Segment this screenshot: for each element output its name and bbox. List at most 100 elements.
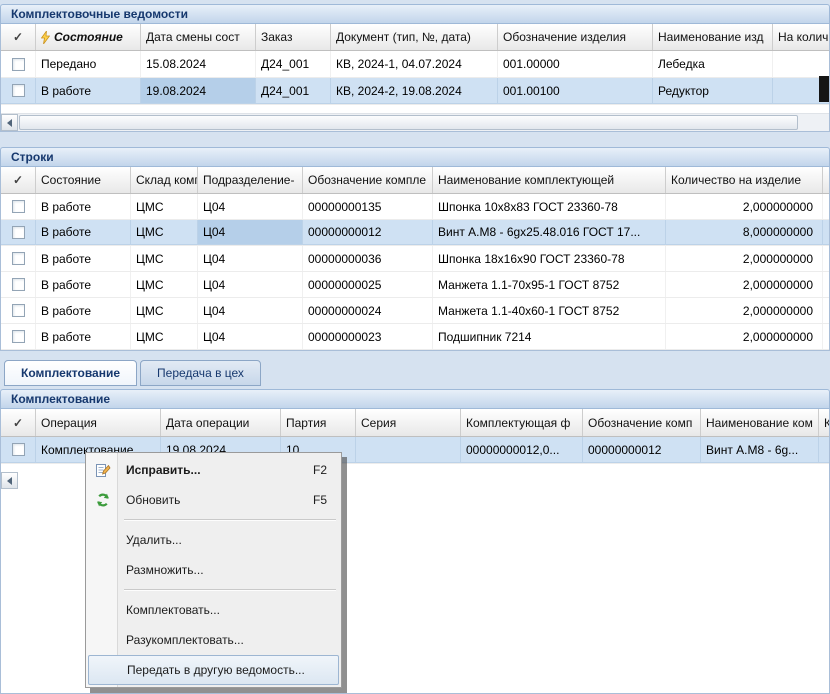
tab-komplektovanie[interactable]: Комплектование [4, 360, 137, 386]
cell-extra[interactable] [823, 272, 830, 297]
cell-component-name[interactable]: Винт А.М8 - 6gx25.48.016 ГОСТ 17... [433, 220, 666, 245]
cell-component-code[interactable]: 00000000023 [303, 324, 433, 349]
scroll-left-button[interactable] [1, 472, 18, 489]
column-header-batch[interactable]: Партия [281, 409, 356, 436]
column-header-item-name[interactable]: Наименование изд [653, 24, 773, 50]
column-header-state[interactable]: Состояние [36, 167, 131, 193]
cell-component-code[interactable]: 00000000036 [303, 246, 433, 271]
cell-department[interactable]: Ц04 [198, 246, 303, 271]
cell-state[interactable]: В работе [36, 220, 131, 245]
column-header-component[interactable]: Комплектующая ф [461, 409, 583, 436]
horizontal-scrollbar[interactable] [1, 113, 829, 131]
cell-warehouse[interactable]: ЦМС [131, 298, 198, 323]
row-select-cell[interactable] [1, 324, 36, 349]
cell-component-code[interactable]: 00000000135 [303, 194, 433, 219]
column-header-extra[interactable]: К [819, 409, 829, 436]
row-checkbox[interactable] [12, 443, 25, 456]
cell-order[interactable]: Д24_001 [256, 78, 331, 104]
cell-extra[interactable] [823, 220, 830, 245]
cell-extra[interactable] [819, 437, 829, 463]
menu-item-duplicate[interactable]: Размножить... [88, 555, 339, 585]
cell-department-focused[interactable]: Ц04 [198, 220, 303, 245]
row-checkbox[interactable] [12, 252, 25, 265]
cell-warehouse[interactable]: ЦМС [131, 272, 198, 297]
cell-component-name[interactable]: Манжета 1.1-40x60-1 ГОСТ 8752 [433, 298, 666, 323]
row-checkbox[interactable] [12, 58, 25, 71]
column-header-warehouse[interactable]: Склад комп [131, 167, 198, 193]
cell-warehouse[interactable]: ЦМС [131, 220, 198, 245]
select-all-header[interactable]: ✓ [1, 167, 36, 193]
column-header-component-code[interactable]: Обозначение компле [303, 167, 433, 193]
column-header-component-name[interactable]: Наименование комплектующей [433, 167, 666, 193]
column-header-department[interactable]: Подразделение- [198, 167, 303, 193]
scrollbar-track[interactable] [18, 114, 829, 131]
row-select-cell[interactable] [1, 78, 36, 104]
cell-qty[interactable]: 2,000000000 [666, 272, 823, 297]
cell-item-code[interactable]: 001.00000 [498, 51, 653, 77]
column-header-operation[interactable]: Операция [36, 409, 161, 436]
column-header-qty[interactable]: На колич [773, 24, 829, 50]
cell-component-name[interactable]: Винт А.М8 - 6g... [701, 437, 819, 463]
column-header-operation-date[interactable]: Дата операции [161, 409, 281, 436]
cell-warehouse[interactable]: ЦМС [131, 324, 198, 349]
table-row-selected[interactable]: В работе 19.08.2024 Д24_001 КВ, 2024-2, … [1, 78, 829, 105]
cell-department[interactable]: Ц04 [198, 194, 303, 219]
cell-component-name[interactable]: Подшипник 7214 [433, 324, 666, 349]
table-row[interactable]: В работе ЦМС Ц04 00000000036 Шпонка 18x1… [1, 246, 829, 272]
cell-document[interactable]: КВ, 2024-1, 04.07.2024 [331, 51, 498, 77]
row-select-cell[interactable] [1, 51, 36, 77]
cell-item-name[interactable]: Лебедка [653, 51, 773, 77]
row-select-cell[interactable] [1, 437, 36, 463]
cell-state[interactable]: В работе [36, 78, 141, 104]
cell-component-name[interactable]: Шпонка 10x8x83 ГОСТ 23360-78 [433, 194, 666, 219]
cell-department[interactable]: Ц04 [198, 324, 303, 349]
scrollbar-thumb[interactable] [19, 115, 798, 130]
menu-item-komplektovat[interactable]: Комплектовать... [88, 595, 339, 625]
cell-state[interactable]: В работе [36, 272, 131, 297]
cell-component-code[interactable]: 00000000012 [583, 437, 701, 463]
cell-component[interactable]: 00000000012,0... [461, 437, 583, 463]
cell-state[interactable]: В работе [36, 246, 131, 271]
column-header-qty-per-item[interactable]: Количество на изделие [666, 167, 823, 193]
row-checkbox[interactable] [12, 304, 25, 317]
row-checkbox[interactable] [12, 200, 25, 213]
column-header-series[interactable]: Серия [356, 409, 461, 436]
row-select-cell[interactable] [1, 220, 36, 245]
row-checkbox[interactable] [12, 330, 25, 343]
menu-item-refresh[interactable]: Обновить F5 [88, 485, 339, 515]
cell-extra[interactable] [823, 194, 830, 219]
cell-state[interactable]: В работе [36, 324, 131, 349]
cell-item-name[interactable]: Редуктор [653, 78, 773, 104]
column-header-component-code[interactable]: Обозначение комп [583, 409, 701, 436]
column-header-date[interactable]: Дата смены сост [141, 24, 256, 50]
row-checkbox[interactable] [12, 278, 25, 291]
cell-qty[interactable]: 2,000000000 [666, 324, 823, 349]
cell-qty[interactable]: 2,000000000 [666, 246, 823, 271]
cell-department[interactable]: Ц04 [198, 272, 303, 297]
table-row-selected[interactable]: В работе ЦМС Ц04 00000000012 Винт А.М8 -… [1, 220, 829, 246]
menu-item-edit[interactable]: Исправить... F2 [88, 455, 339, 485]
row-checkbox[interactable] [12, 84, 25, 97]
cell-state[interactable]: В работе [36, 194, 131, 219]
table-row[interactable]: В работе ЦМС Ц04 00000000024 Манжета 1.1… [1, 298, 829, 324]
cell-date-focused[interactable]: 19.08.2024 [141, 78, 256, 104]
column-header-document[interactable]: Документ (тип, №, дата) [331, 24, 498, 50]
scroll-left-button[interactable] [1, 114, 18, 131]
table-row[interactable]: Передано 15.08.2024 Д24_001 КВ, 2024-1, … [1, 51, 829, 78]
tab-peredacha-v-tseh[interactable]: Передача в цех [140, 360, 261, 386]
cell-date[interactable]: 15.08.2024 [141, 51, 256, 77]
table-row[interactable]: В работе ЦМС Ц04 00000000023 Подшипник 7… [1, 324, 829, 350]
cell-component-name[interactable]: Манжета 1.1-70x95-1 ГОСТ 8752 [433, 272, 666, 297]
cell-series[interactable] [356, 437, 461, 463]
row-select-cell[interactable] [1, 246, 36, 271]
cell-extra[interactable] [823, 298, 830, 323]
column-header-component-name[interactable]: Наименование ком [701, 409, 819, 436]
table-row[interactable]: В работе ЦМС Ц04 00000000135 Шпонка 10x8… [1, 194, 829, 220]
menu-item-transfer-to-other-vedomost[interactable]: Передать в другую ведомость... [88, 655, 339, 685]
cell-qty[interactable]: 2,000000000 [666, 194, 823, 219]
select-all-header[interactable]: ✓ [1, 24, 36, 50]
row-select-cell[interactable] [1, 194, 36, 219]
column-header-order[interactable]: Заказ [256, 24, 331, 50]
cell-component-name[interactable]: Шпонка 18x16x90 ГОСТ 23360-78 [433, 246, 666, 271]
cell-extra[interactable] [823, 324, 830, 349]
